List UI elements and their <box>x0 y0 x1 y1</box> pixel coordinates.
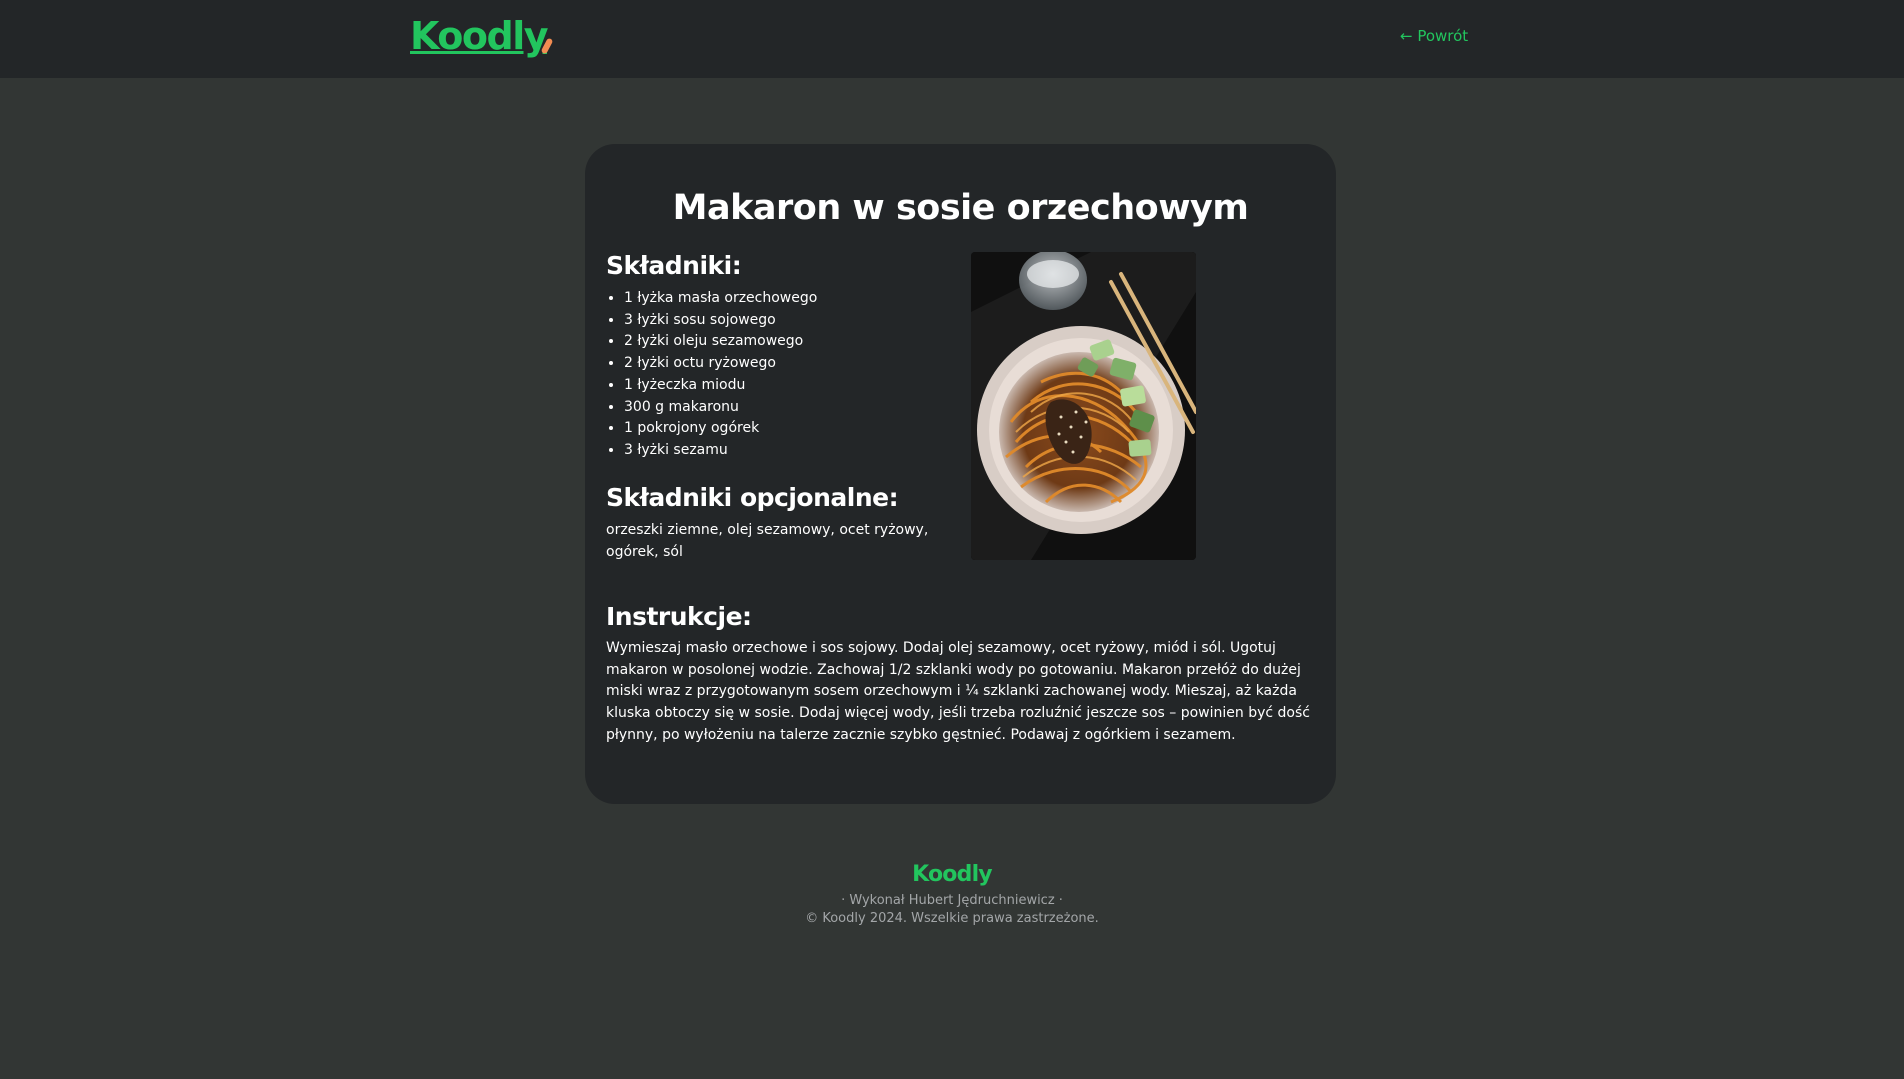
recipe-photo <box>971 252 1196 560</box>
footer-copyright: © Koodly 2024. Wszelkie prawa zastrzeżon… <box>805 911 1099 926</box>
recipe-card: Makaron w sosie orzechowym Składniki: 1 … <box>585 144 1336 804</box>
logo[interactable]: Koodly <box>410 14 554 58</box>
ingredient-item: 1 łyżeczka miodu <box>624 375 817 397</box>
optional-ingredients-heading: Składniki opcjonalne: <box>606 483 899 512</box>
ingredient-item: 3 łyżki sezamu <box>624 440 817 462</box>
ingredient-item: 3 łyżki sosu sojowego <box>624 310 817 332</box>
ingredient-item: 1 pokrojony ogórek <box>624 418 817 440</box>
top-navbar: Koodly ← Powrót <box>0 0 1904 78</box>
footer-credits: · Wykonał Hubert Jędruchniewicz · <box>841 893 1063 908</box>
ingredient-item: 2 łyżki oleju sezamowego <box>624 331 817 353</box>
optional-ingredients-text: orzeszki ziemne, olej sezamowy, ocet ryż… <box>606 522 929 560</box>
logo-text: Koodly <box>410 14 549 58</box>
ingredient-item: 1 łyżka masła orzechowego <box>624 288 817 310</box>
footer-logo[interactable]: Koodly <box>912 862 993 887</box>
instructions-text: Wymieszaj masło orzechowe i sos sojowy. … <box>606 640 1310 743</box>
ingredient-item: 2 łyżki octu ryżowego <box>624 353 817 375</box>
ingredients-heading: Składniki: <box>606 251 742 280</box>
page-footer: Koodly · Wykonał Hubert Jędruchniewicz ·… <box>0 862 1904 926</box>
ingredient-item: 300 g makaronu <box>624 397 817 419</box>
back-link[interactable]: ← Powrót <box>1400 27 1468 45</box>
instructions-heading: Instrukcje: <box>606 602 752 631</box>
ingredients-list: 1 łyżka masła orzechowego 3 łyżki sosu s… <box>606 288 817 462</box>
recipe-title: Makaron w sosie orzechowym <box>672 188 1249 228</box>
